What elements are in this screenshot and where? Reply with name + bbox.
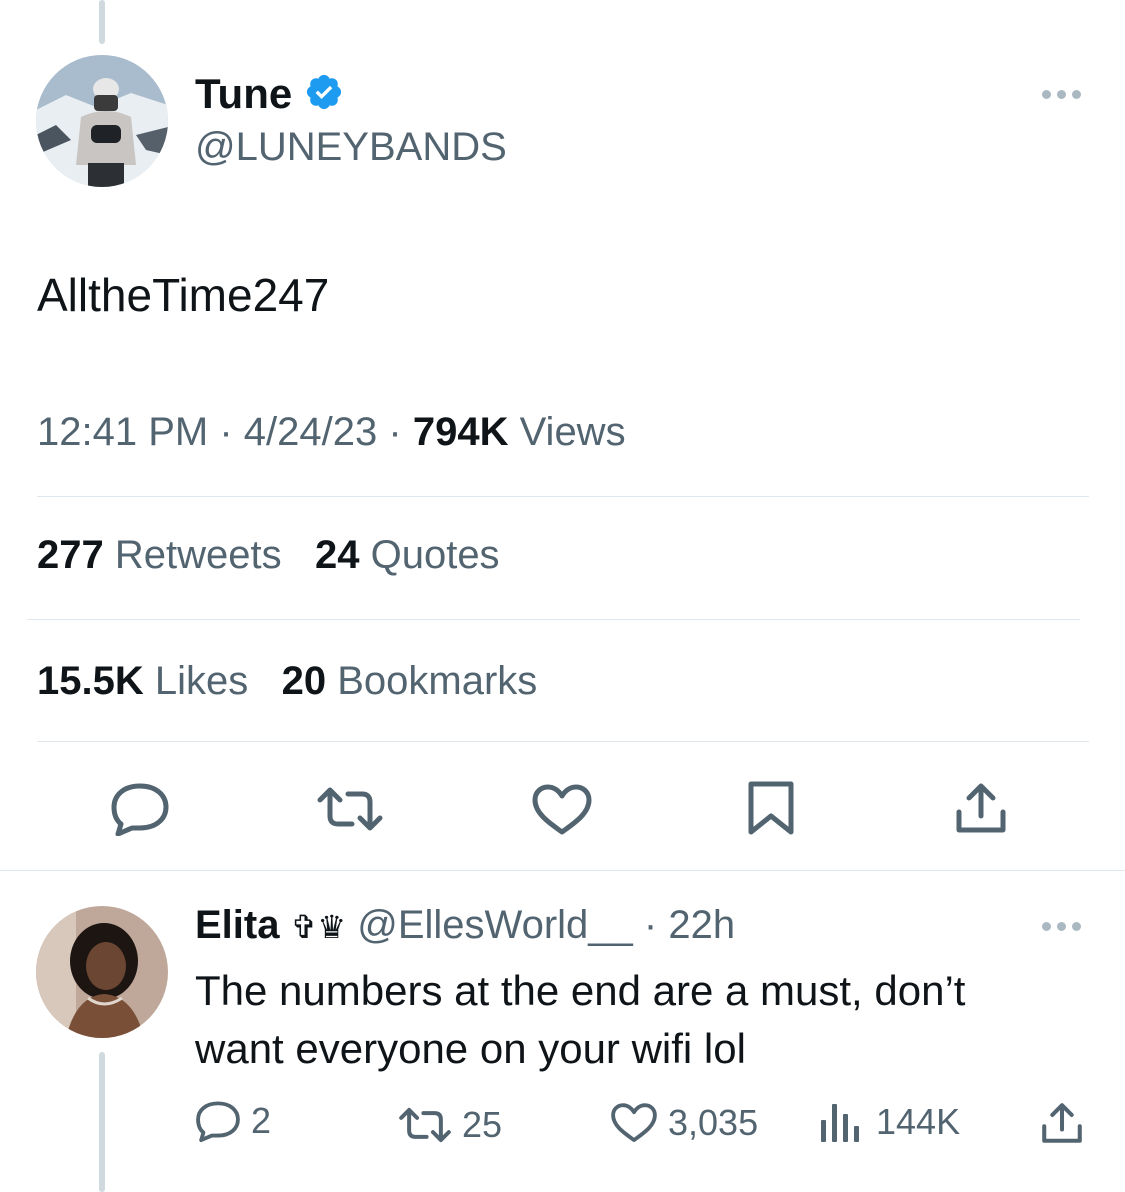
retweet-quote-stats: 277 Retweets 24 Quotes (37, 533, 500, 578)
author-handle[interactable]: @LUNEYBANDS (195, 125, 507, 170)
reply-reply-button[interactable]: 2 (195, 1100, 271, 1142)
bookmarks-label: Bookmarks (337, 659, 538, 703)
reply-likes-count: 3,035 (668, 1102, 759, 1143)
likes-label: Likes (154, 659, 249, 703)
reply-views-count: 144K (876, 1101, 961, 1142)
author-avatar[interactable] (36, 55, 168, 187)
avatar-photo (36, 55, 168, 187)
reply-author-avatar[interactable] (36, 906, 168, 1038)
views-count: 794K (412, 410, 509, 454)
retweets-stat[interactable]: 277 Retweets (37, 533, 282, 577)
reply-author-handle[interactable]: @EllesWorld__ (357, 903, 633, 947)
reply-time[interactable]: 22h (668, 903, 735, 947)
thread-line-top (99, 0, 105, 44)
reply-text: The numbers at the end are a must, don’t… (195, 962, 965, 1078)
tweet-text: AlltheTime247 (37, 269, 330, 321)
like-icon (611, 1103, 657, 1142)
tweet-meta: 12:41 PM · 4/24/23 · 794K Views (37, 410, 626, 455)
meta-separator: · (388, 410, 402, 454)
bookmarks-count: 20 (281, 659, 327, 703)
tweet-time[interactable]: 12:41 PM (37, 410, 208, 454)
retweet-icon (399, 1107, 451, 1143)
tweet-date[interactable]: 4/24/23 (244, 410, 377, 454)
reply-views-button[interactable]: 144K (818, 1100, 960, 1144)
share-icon (956, 783, 1006, 833)
retweet-icon (317, 787, 383, 831)
retweets-count: 277 (37, 533, 104, 577)
divider (27, 619, 1080, 620)
reply-text-line-1: The numbers at the end are a must, don’t (195, 967, 966, 1014)
more-icon[interactable] (1042, 90, 1081, 99)
share-button[interactable] (954, 782, 1008, 834)
reply-header: Elita ✞♛ @EllesWorld__ · 22h (195, 903, 735, 948)
reply-icon (111, 783, 169, 836)
author-name-row[interactable]: Tune (195, 68, 344, 120)
like-bookmark-stats: 15.5K Likes 20 Bookmarks (37, 659, 537, 704)
views-icon (821, 1104, 859, 1142)
views-label: Views (519, 410, 626, 454)
retweets-label: Retweets (114, 533, 282, 577)
reply-retweets-count: 25 (462, 1104, 503, 1145)
reply-more-icon[interactable] (1042, 922, 1081, 931)
like-button[interactable] (531, 784, 593, 836)
retweet-button[interactable] (316, 786, 384, 832)
share-icon (1042, 1103, 1082, 1143)
verified-badge-icon (304, 72, 344, 117)
likes-count: 15.5K (37, 659, 144, 703)
reply-replies-count: 2 (251, 1100, 272, 1141)
divider (37, 496, 1089, 497)
reply-share-button[interactable] (1040, 1102, 1084, 1144)
divider (37, 741, 1089, 742)
author-name[interactable]: Tune (195, 70, 292, 118)
reply-text-line-2: want everyone on your wifi lol (195, 1025, 746, 1072)
reply-retweet-button[interactable]: 25 (398, 1104, 502, 1146)
reply-like-button[interactable]: 3,035 (610, 1102, 758, 1144)
bookmark-icon (748, 781, 794, 835)
reply-icon (196, 1101, 240, 1142)
thread-line-bottom (99, 1052, 105, 1192)
quotes-label: Quotes (370, 533, 500, 577)
quotes-stat[interactable]: 24 Quotes (315, 533, 500, 577)
reply-avatar-photo (36, 906, 168, 1038)
reply-author-emoji: ✞♛ (290, 909, 347, 945)
like-icon (532, 784, 592, 835)
reply-author-name[interactable]: Elita (195, 903, 279, 947)
reply-button[interactable] (110, 782, 170, 836)
meta-separator: · (219, 410, 233, 454)
likes-stat[interactable]: 15.5K Likes (37, 659, 248, 703)
bookmark-button[interactable] (747, 780, 795, 836)
quotes-count: 24 (314, 533, 360, 577)
reply-meta-separator: · (643, 903, 658, 947)
divider (0, 870, 1125, 871)
bookmarks-stat[interactable]: 20 Bookmarks (282, 659, 538, 703)
